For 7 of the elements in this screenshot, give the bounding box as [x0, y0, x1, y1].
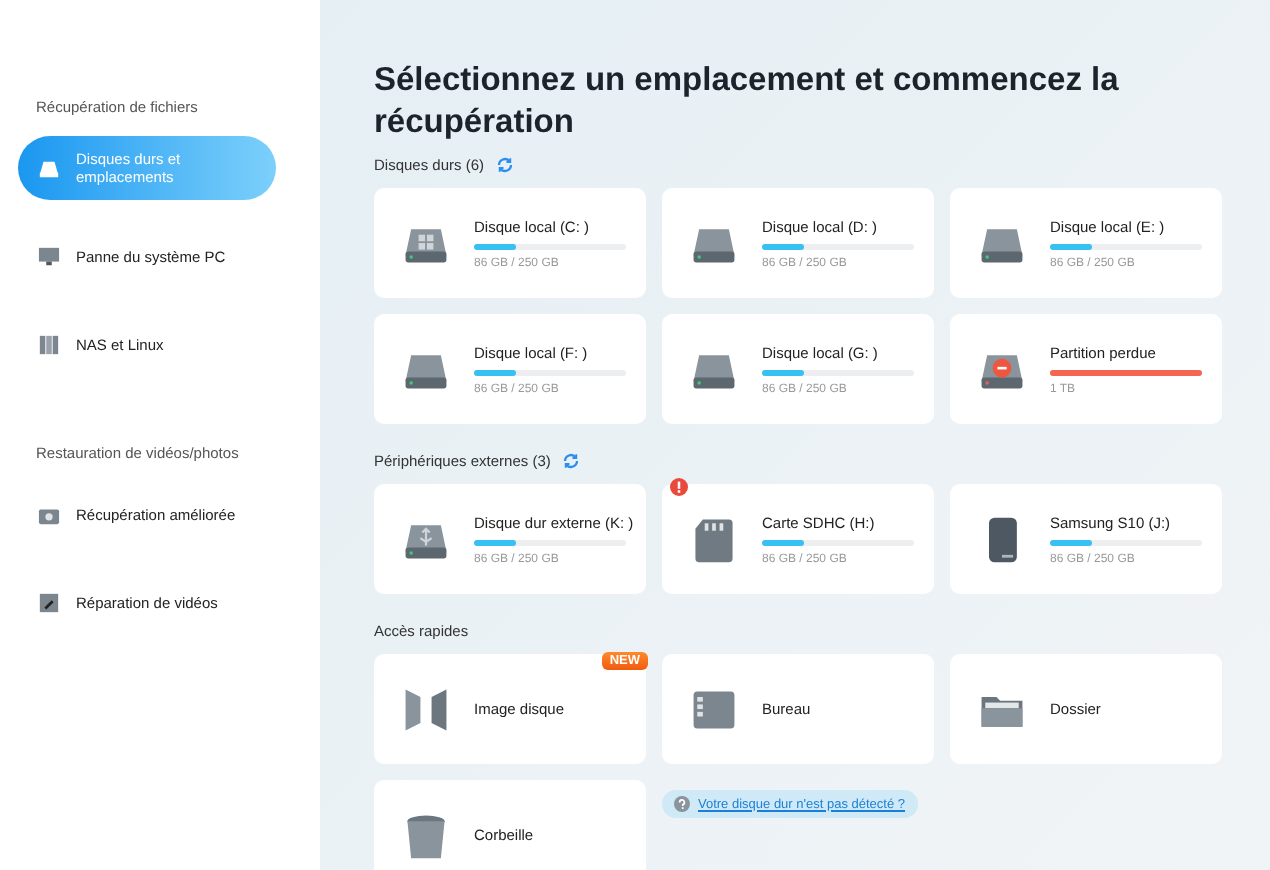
- server-icon: [38, 333, 60, 355]
- drive-icon: [38, 157, 60, 179]
- help-icon: [674, 796, 690, 812]
- refresh-icon[interactable]: [562, 452, 581, 470]
- monitor-icon: [38, 245, 60, 267]
- page-title: Sélectionnez un emplacement et commencez la récupération: [374, 60, 1121, 144]
- refresh-icon[interactable]: [496, 156, 515, 174]
